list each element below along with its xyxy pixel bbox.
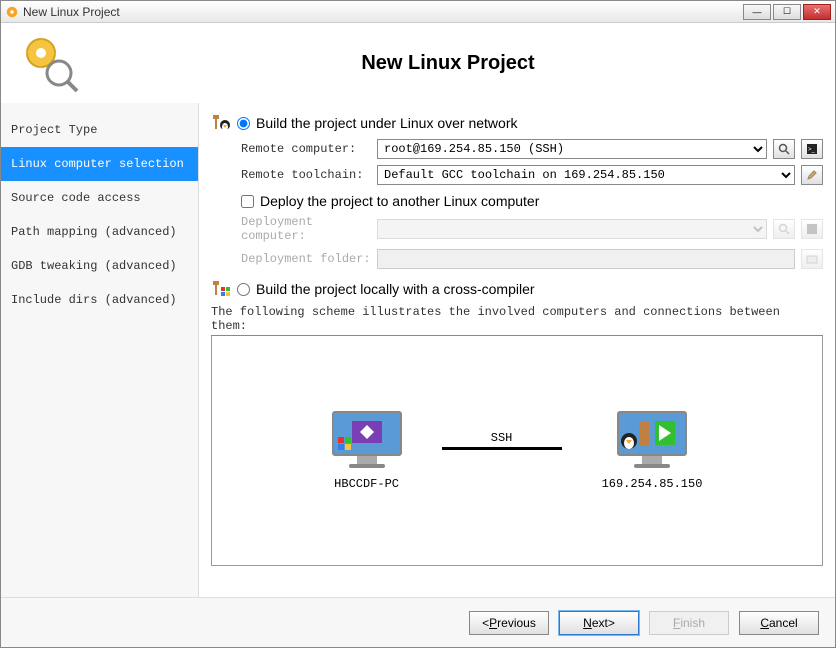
- sidebar-item-gdb-tweaking[interactable]: GDB tweaking (advanced): [1, 249, 198, 283]
- content: Build the project under Linux over netwo…: [199, 103, 835, 597]
- deployment-folder-label: Deployment folder:: [241, 252, 371, 266]
- header: New Linux Project: [1, 23, 835, 103]
- remote-toolchain-label: Remote toolchain:: [241, 168, 371, 182]
- sidebar-item-include-dirs[interactable]: Include dirs (advanced): [1, 283, 198, 317]
- sidebar: Project Type Linux computer selection So…: [1, 103, 199, 597]
- next-button[interactable]: Next >: [559, 611, 639, 635]
- search-remote-button[interactable]: [773, 139, 795, 159]
- hammer-windows-icon: [211, 279, 231, 299]
- sidebar-item-source-code[interactable]: Source code access: [1, 181, 198, 215]
- app-icon: [5, 5, 19, 19]
- local-computer-node: HBCCDF-PC: [332, 411, 402, 491]
- connection-diagram: HBCCDF-PC SSH 169.254.85.150: [211, 336, 823, 566]
- build-cross-label: Build the project locally with a cross-c…: [256, 281, 535, 297]
- build-remote-label: Build the project under Linux over netwo…: [256, 115, 517, 131]
- local-computer-label: HBCCDF-PC: [334, 477, 399, 491]
- build-remote-radio[interactable]: [237, 117, 250, 130]
- deployment-folder-input: [377, 249, 795, 269]
- remote-computer-node: 169.254.85.150: [602, 411, 703, 491]
- sidebar-item-linux-computer[interactable]: Linux computer selection: [1, 147, 198, 181]
- build-cross-radio[interactable]: [237, 283, 250, 296]
- deploy-checkbox[interactable]: [241, 195, 254, 208]
- remote-computer-label: Remote computer:: [241, 142, 371, 156]
- connection: SSH: [442, 431, 562, 450]
- edit-toolchain-button[interactable]: [801, 165, 823, 185]
- scheme-description: The following scheme illustrates the inv…: [211, 305, 823, 336]
- cancel-button[interactable]: Cancel: [739, 611, 819, 635]
- connection-line: [442, 447, 562, 450]
- remote-toolchain-select[interactable]: Default GCC toolchain on 169.254.85.150: [377, 165, 795, 185]
- hammer-tux-icon: [211, 113, 231, 133]
- sidebar-item-path-mapping[interactable]: Path mapping (advanced): [1, 215, 198, 249]
- remote-computer-label-diagram: 169.254.85.150: [602, 477, 703, 491]
- previous-button[interactable]: < Previous: [469, 611, 549, 635]
- search-deploy-button: [773, 219, 795, 239]
- connection-label: SSH: [491, 431, 513, 445]
- minimize-button[interactable]: —: [743, 4, 771, 20]
- svg-text:>_: >_: [808, 147, 816, 153]
- deployment-computer-select: [377, 219, 767, 239]
- finish-button: Finish: [649, 611, 729, 635]
- close-button[interactable]: ✕: [803, 4, 831, 20]
- console-deploy-button: [801, 219, 823, 239]
- remote-computer-select[interactable]: root@169.254.85.150 (SSH): [377, 139, 767, 159]
- sidebar-item-project-type[interactable]: Project Type: [1, 113, 198, 147]
- wizard-icon: [21, 33, 81, 93]
- console-remote-button[interactable]: >_: [801, 139, 823, 159]
- deployment-computer-label: Deployment computer:: [241, 215, 371, 243]
- footer: < Previous Next > Finish Cancel: [1, 597, 835, 647]
- maximize-button[interactable]: ☐: [773, 4, 801, 20]
- window-title: New Linux Project: [23, 5, 743, 19]
- page-title: New Linux Project: [81, 52, 815, 75]
- browse-folder-button: [801, 249, 823, 269]
- titlebar: New Linux Project — ☐ ✕: [1, 1, 835, 23]
- deploy-label: Deploy the project to another Linux comp…: [260, 193, 539, 209]
